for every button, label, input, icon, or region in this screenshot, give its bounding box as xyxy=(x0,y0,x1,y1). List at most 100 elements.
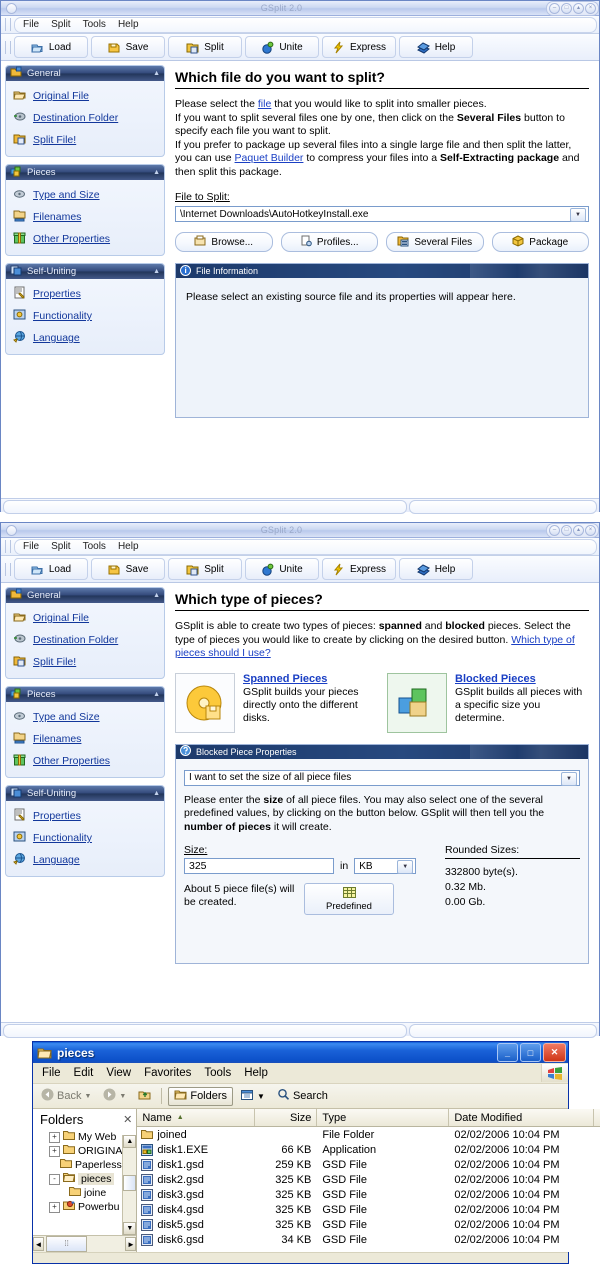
menubar-grip[interactable] xyxy=(5,18,11,31)
folders-horizontal-scrollbar[interactable]: ◄ ⁞⁞ ► xyxy=(33,1235,137,1252)
chevron-down-icon[interactable]: ▼ xyxy=(570,208,586,222)
tree-node-original[interactable]: + ORIGINA xyxy=(33,1144,122,1158)
folders-vertical-scrollbar[interactable]: ▲ ▼ xyxy=(122,1135,137,1235)
views-dropdown-icon[interactable]: ▼ xyxy=(257,1092,265,1101)
maximize-button[interactable]: □ xyxy=(520,1043,541,1062)
toolbar-load-button[interactable]: Load xyxy=(14,558,88,580)
sidebar-item-original-file-label[interactable]: Original File xyxy=(33,90,89,102)
window1-titlebar[interactable]: GSplit 2.0 – □ ▴ × xyxy=(1,0,599,16)
window1-menubar[interactable]: File Split Tools Help xyxy=(1,16,599,34)
folders-button[interactable]: Folders xyxy=(168,1086,234,1106)
spanned-pieces-button[interactable] xyxy=(175,672,235,733)
forward-dropdown-icon[interactable]: ▼ xyxy=(119,1093,126,1100)
table-row[interactable]: disk4.gsd 325 KB GSD File 02/02/2006 10:… xyxy=(137,1202,600,1217)
maximize-button[interactable]: ▴ xyxy=(573,2,584,14)
size-input[interactable]: 325 xyxy=(184,858,334,874)
explorer-window[interactable]: pieces _ □ ✕ File Edit View Favorites To… xyxy=(32,1041,600,1264)
package-button[interactable]: Package xyxy=(491,232,589,252)
table-row[interactable]: disk3.gsd 325 KB GSD File 02/02/2006 10:… xyxy=(137,1187,600,1202)
tree-node-pieces[interactable]: - pieces xyxy=(33,1172,122,1186)
sidebar-item-type-and-size[interactable]: Type and Size xyxy=(6,706,164,728)
window1-caption-buttons[interactable]: – □ ▴ × xyxy=(546,0,599,16)
menu-file[interactable]: File xyxy=(42,1067,61,1079)
column-header-size[interactable]: Size xyxy=(255,1109,318,1126)
restore-button[interactable]: □ xyxy=(561,2,572,14)
file-list-pane[interactable]: Name ▲ Size Type Date Modified joined Fi… xyxy=(137,1109,600,1252)
views-button[interactable]: ▼ xyxy=(237,1088,269,1105)
explorer-titlebar[interactable]: pieces _ □ ✕ xyxy=(33,1042,568,1063)
toolbar-save-button[interactable]: Save xyxy=(91,36,165,58)
sidebar-group-general-header[interactable]: General ▲ xyxy=(6,66,164,81)
menu-tools[interactable]: Tools xyxy=(83,541,106,552)
toolbar-save-button[interactable]: Save xyxy=(91,558,165,580)
toolbar-split-button[interactable]: Split xyxy=(168,36,242,58)
table-row[interactable]: disk5.gsd 325 KB GSD File 02/02/2006 10:… xyxy=(137,1217,600,1232)
sidebar-item-destination-folder[interactable]: Destination Folder xyxy=(6,107,164,129)
sidebar-group-self-uniting-header[interactable]: Self-Uniting ▲ xyxy=(6,786,164,801)
sidebar-item-other-properties[interactable]: Other Properties xyxy=(6,750,164,772)
minimize-button[interactable]: – xyxy=(549,524,560,536)
profiles-button[interactable]: Profiles... xyxy=(280,232,378,252)
chevron-up-icon[interactable]: ▲ xyxy=(153,169,160,176)
chevron-up-icon[interactable]: ▲ xyxy=(153,790,160,797)
sidebar-item-functionality[interactable]: Functionality xyxy=(6,827,164,849)
menu-file[interactable]: File xyxy=(23,541,39,552)
window2-caption-buttons[interactable]: – □ ▴ × xyxy=(546,522,599,538)
sidebar-item-destination-folder-label[interactable]: Destination Folder xyxy=(33,634,118,646)
sidebar-item-type-and-size[interactable]: Type and Size xyxy=(6,184,164,206)
window2-menubar[interactable]: File Split Tools Help xyxy=(1,538,599,556)
sidebar-item-split-file-label[interactable]: Split File! xyxy=(33,134,76,146)
sidebar-group-general[interactable]: General ▲ Original File Destination Fold… xyxy=(5,587,165,679)
file-list-header[interactable]: Name ▲ Size Type Date Modified xyxy=(137,1109,600,1127)
chevron-up-icon[interactable]: ▲ xyxy=(153,592,160,599)
scroll-thumb[interactable] xyxy=(123,1175,137,1191)
tree-node-paperless[interactable]: Paperless xyxy=(33,1158,122,1172)
sidebar-group-pieces[interactable]: Pieces ▲ Type and Size Filenames Other P… xyxy=(5,164,165,256)
spanned-pieces-choice[interactable]: Spanned Pieces GSplit builds your pieces… xyxy=(175,672,377,733)
size-unit-combobox[interactable]: KB ▼ xyxy=(354,858,417,874)
sidebar-item-type-and-size-label[interactable]: Type and Size xyxy=(33,189,100,201)
menu-help[interactable]: Help xyxy=(118,541,139,552)
toolbar-unite-button[interactable]: Unite xyxy=(245,36,319,58)
tree-node-joined[interactable]: joine xyxy=(33,1186,122,1200)
expander-icon[interactable]: + xyxy=(49,1201,60,1213)
tree-node-powerbuilder[interactable]: + Powerbu xyxy=(33,1200,122,1214)
toolbar-unite-button[interactable]: Unite xyxy=(245,558,319,580)
sidebar-item-original-file[interactable]: Original File xyxy=(6,85,164,107)
gsplit-window-2[interactable]: GSplit 2.0 – □ ▴ × File Split Tools Help… xyxy=(0,522,600,1038)
sidebar-item-properties[interactable]: Properties xyxy=(6,283,164,305)
sidebar-item-destination-folder-label[interactable]: Destination Folder xyxy=(33,112,118,124)
window2-toolbar[interactable]: Load Save Split Unite Express Help xyxy=(1,556,599,583)
sidebar-item-other-properties-label[interactable]: Other Properties xyxy=(33,755,110,767)
chevron-up-icon[interactable]: ▲ xyxy=(153,268,160,275)
menu-split[interactable]: Split xyxy=(51,19,70,30)
close-button[interactable]: × xyxy=(585,2,596,14)
system-menu-icon[interactable] xyxy=(6,2,17,14)
blocked-pieces-button[interactable] xyxy=(387,672,447,733)
toolbar-help-button[interactable]: Help xyxy=(399,558,473,580)
paquet-builder-link[interactable]: Paquet Builder xyxy=(235,152,304,164)
toolbar-help-button[interactable]: Help xyxy=(399,36,473,58)
sidebar-group-general[interactable]: General ▲ Original File Destination Fold… xyxy=(5,65,165,157)
sidebar-item-functionality-label[interactable]: Functionality xyxy=(33,310,92,322)
close-button[interactable]: ✕ xyxy=(543,1043,566,1062)
gsplit-window-1[interactable]: GSplit 2.0 – □ ▴ × File Split Tools Help… xyxy=(0,0,600,514)
menu-help[interactable]: Help xyxy=(244,1067,268,1079)
predefined-button[interactable]: Predefined xyxy=(304,883,394,915)
sidebar-item-functionality[interactable]: Functionality xyxy=(6,305,164,327)
sidebar-group-self-uniting[interactable]: Self-Uniting ▲ Properties Functionality … xyxy=(5,263,165,355)
menu-split[interactable]: Split xyxy=(51,541,70,552)
piece-size-mode-combobox[interactable]: I want to set the size of all piece file… xyxy=(184,769,580,786)
close-button[interactable]: × xyxy=(585,524,596,536)
forward-button[interactable]: ▼ xyxy=(99,1087,130,1105)
blocked-pieces-choice[interactable]: Blocked Pieces GSplit builds all pieces … xyxy=(387,672,589,733)
sidebar-item-original-file-label[interactable]: Original File xyxy=(33,612,89,624)
sidebar-item-filenames[interactable]: Filenames xyxy=(6,206,164,228)
explorer-toolbar[interactable]: Back ▼ ▼ Folders ▼ Search xyxy=(33,1084,568,1109)
sidebar-item-language[interactable]: Language xyxy=(6,849,164,871)
expander-icon[interactable]: - xyxy=(49,1173,60,1185)
window2-titlebar[interactable]: GSplit 2.0 – □ ▴ × xyxy=(1,522,599,538)
scroll-right-button[interactable]: ► xyxy=(125,1237,137,1251)
explorer-menubar[interactable]: File Edit View Favorites Tools Help xyxy=(33,1063,568,1084)
spanned-pieces-link[interactable]: Spanned Pieces xyxy=(243,673,327,685)
